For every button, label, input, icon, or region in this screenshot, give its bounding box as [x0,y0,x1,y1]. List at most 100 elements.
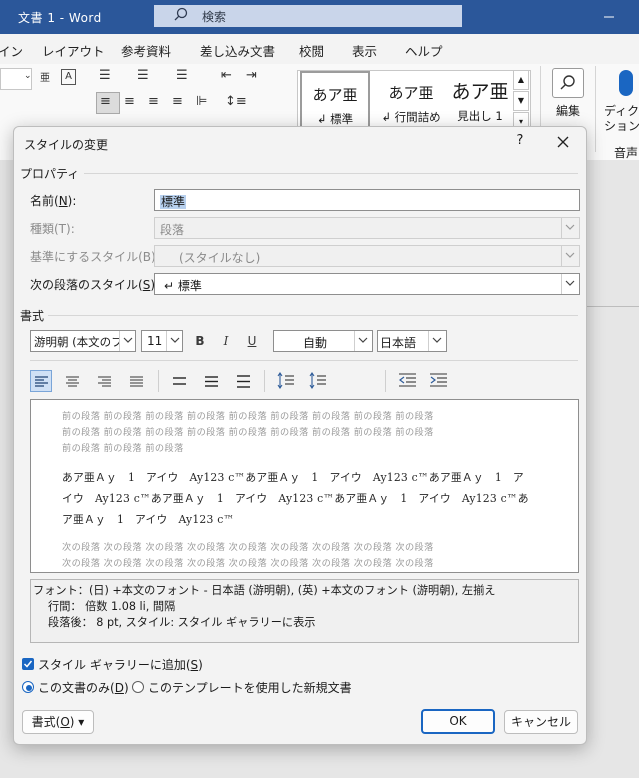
chevron-down-icon [561,218,579,238]
gallery-down-icon[interactable]: ▼ [513,91,529,111]
section-divider [84,173,578,174]
style-normal[interactable]: あア亜 ↲ 標準 [300,71,370,133]
gallery-scroll: ▲ ▼ ▾ [513,70,529,132]
gallery-up-icon[interactable]: ▲ [513,70,529,90]
tab-view[interactable]: 表示 [352,41,377,60]
style-preview-pane: 前の段落 前の段落 前の段落 前の段落 前の段落 前の段落 前の段落 前の段落 … [30,399,579,573]
style-label: 見出し 1 [457,109,503,123]
preview-previous-line: 前の段落 前の段落 前の段落 前の段落 前の段落 前の段落 前の段落 前の段落 … [62,411,434,422]
divider [158,370,159,392]
help-button[interactable]: ? [511,133,529,148]
justify-icon[interactable] [130,376,143,387]
decrease-indent-icon[interactable]: ⇤ [221,68,232,83]
format-divider [30,360,578,361]
format-menu-button[interactable]: 書式(O) ▾ [22,710,94,734]
tab-help[interactable]: ヘルプ [405,41,443,60]
add-to-gallery-checkbox[interactable] [22,658,34,670]
page-edge [583,306,639,307]
chevron-down-icon[interactable] [561,274,579,294]
language-select[interactable]: 日本語 [377,330,447,352]
styles-gallery: あア亜 ↲ 標準 あア亜 ↲ 行間詰め あア亜 見出し 1 [297,70,531,134]
align-left-icon [35,376,48,387]
single-spacing-icon[interactable] [173,377,186,386]
chevron-down-icon[interactable]: ⌄ [24,71,32,81]
decrease-indent-icon[interactable] [399,373,416,387]
only-this-document-radio[interactable] [22,681,34,693]
chevron-down-icon[interactable] [166,331,182,351]
numbering-icon[interactable]: ☰ [137,68,149,83]
one-half-spacing-icon[interactable] [205,376,218,387]
increase-indent-icon[interactable] [430,373,447,387]
italic-button[interactable]: I [214,330,238,352]
bold-button[interactable]: B [188,330,212,352]
style-description: フォント：(日) +本文のフォント - 日本語 (游明朝), (英) +本文のフ… [30,579,579,643]
dictate-label[interactable]: ディクテ ション [604,104,639,134]
description-line: 段落後： 8 pt, スタイル: スタイル ギャラリーに表示 [48,616,316,629]
font-size-select[interactable]: 11 [141,330,183,352]
double-spacing-icon[interactable] [237,375,250,388]
tab-layout[interactable]: レイアウト [42,41,105,60]
distributed-icon[interactable]: ⊫ [196,94,207,109]
align-right-icon[interactable] [98,376,111,387]
new-documents-template-radio[interactable] [132,681,144,693]
char-border-icon[interactable]: A [61,69,76,85]
chevron-down-icon[interactable] [354,331,372,351]
tab-review[interactable]: 校閲 [299,41,324,60]
justify-icon[interactable]: ≡ [172,94,183,109]
tab-references[interactable]: 参考資料 [121,41,171,60]
multilevel-list-icon[interactable]: ☰ [176,68,188,83]
align-left-icon[interactable]: ≡ [100,94,111,109]
minimize-icon[interactable] [602,10,616,24]
preview-next-line: 次の段落 次の段落 次の段落 次の段落 次の段落 次の段落 次の段落 次の段落 … [62,542,434,553]
phonetic-guide-icon[interactable]: 亜 [40,69,50,84]
align-center-icon[interactable]: ≡ [124,94,135,109]
tab-insert[interactable]: イン [0,41,23,60]
checkmark-icon [23,660,33,668]
align-center-icon[interactable] [66,376,79,387]
new-documents-template-label[interactable]: このテンプレートを使用した新規文書 [148,679,352,696]
search-box[interactable]: 検索 [154,5,462,27]
language-value: 日本語 [380,336,417,350]
font-value: 游明朝 (本文のフ [34,335,123,349]
divider [264,370,265,392]
microphone-icon[interactable] [619,70,633,96]
add-to-gallery-label[interactable]: スタイル ギャラリーに追加(S) [38,656,203,673]
style-heading-1[interactable]: あア亜 見出し 1 [448,71,512,133]
search-placeholder: 検索 [202,10,227,24]
preview-next-line: 次の段落 次の段落 次の段落 次の段落 次の段落 次の段落 次の段落 次の段落 … [62,558,434,569]
close-icon[interactable] [552,131,574,153]
tab-mailings[interactable]: 差し込み文書 [200,41,275,60]
style-no-spacing[interactable]: あア亜 ↲ 行間詰め [374,71,448,133]
only-this-document-label[interactable]: この文書のみ(D) [38,679,129,696]
modify-style-dialog: スタイルの変更 ? プロパティ 名前(N): 標準 種類(T): 段落 基準にす… [13,126,587,745]
increase-paragraph-spacing-icon[interactable] [277,372,294,389]
chevron-down-icon[interactable] [119,331,135,351]
align-right-icon[interactable]: ≡ [148,94,159,109]
font-select[interactable]: 游明朝 (本文のフ [30,330,136,352]
cancel-button[interactable]: キャンセル [504,710,578,734]
edit-label[interactable]: 編集 [556,102,580,119]
base-style-select: (スタイルなし) [154,245,580,267]
section-divider [48,315,578,316]
title-bar: 文書 1 - Word 検索 [0,0,639,34]
style-preview: あア亜 [388,84,434,102]
type-value: 段落 [160,223,185,237]
style-preview: あア亜 [451,81,509,103]
underline-button[interactable]: U [240,330,264,352]
dialog-title: スタイルの変更 [24,138,109,152]
bullets-icon[interactable]: ☰ [99,68,111,83]
find-icon[interactable] [552,68,584,98]
line-spacing-icon[interactable]: ↕≡ [225,94,247,109]
next-style-select[interactable]: ↵ 標準 [154,273,580,295]
align-left-button[interactable] [30,370,52,392]
description-line: フォント：(日) +本文のフォント - 日本語 (游明朝), (英) +本文のフ… [33,584,496,597]
increase-indent-icon[interactable]: ⇥ [246,68,257,83]
font-color-select[interactable]: 自動 [273,330,373,352]
window-title: 文書 1 - Word [18,11,102,25]
ok-button[interactable]: OK [421,709,495,734]
chevron-down-icon[interactable] [428,331,446,351]
name-input[interactable]: 標準 [154,189,580,211]
font-color-value: 自動 [303,336,328,350]
preview-previous-line: 前の段落 前の段落 前の段落 [62,443,184,454]
decrease-paragraph-spacing-icon[interactable] [309,372,326,389]
